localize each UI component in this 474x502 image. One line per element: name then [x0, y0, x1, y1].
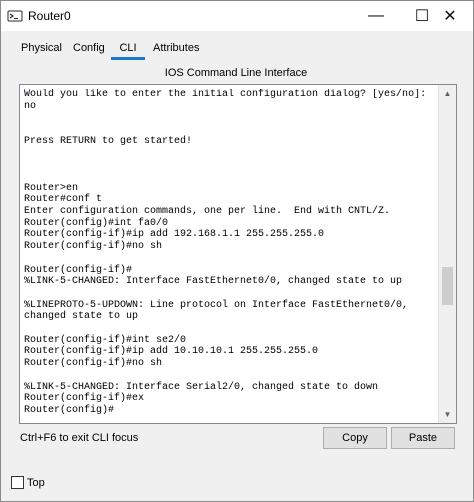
- top-checkbox[interactable]: [11, 476, 24, 489]
- tab-physical[interactable]: Physical: [21, 39, 62, 59]
- console-line: Router(config-if)#no sh: [24, 241, 163, 253]
- console-line: Router(config-if)#int se2/0: [24, 334, 187, 346]
- console-line: Enter configuration commands, one per li…: [24, 206, 391, 218]
- top-label: Top: [27, 477, 45, 489]
- console-line: no: [24, 100, 37, 112]
- router-window: Router0 — ☐ ✕ Physical Config CLI Attrib…: [0, 0, 474, 502]
- window-title: Router0: [28, 9, 71, 23]
- console-line: Router(config-if)#ip add 192.168.1.1 255…: [24, 229, 325, 241]
- console-output[interactable]: Would you like to enter the initial conf…: [24, 89, 432, 419]
- cli-heading: IOS Command Line Interface: [164, 67, 308, 79]
- minimize-icon: —: [368, 7, 384, 24]
- copy-button[interactable]: Copy: [323, 427, 387, 449]
- console-line: Router(config-if)#ex: [24, 393, 145, 405]
- tab-cli[interactable]: CLI: [114, 39, 142, 59]
- console-line: Router(config-if)#: [24, 264, 133, 276]
- paste-button[interactable]: Paste: [391, 427, 455, 449]
- cli-console[interactable]: Would you like to enter the initial conf…: [19, 84, 457, 424]
- console-line: %LINK-5-CHANGED: Interface Serial2/0, ch…: [24, 381, 379, 393]
- console-scrollbar[interactable]: ▲ ▼: [438, 85, 456, 423]
- title-bar[interactable]: Router0 — ☐ ✕: [1, 1, 473, 31]
- close-icon: ✕: [443, 8, 457, 25]
- tab-attributes[interactable]: Attributes: [153, 39, 199, 59]
- tab-config[interactable]: Config: [73, 39, 105, 59]
- scroll-up-icon[interactable]: ▲: [439, 85, 456, 102]
- console-line: Router(config)#int fa0/0: [24, 217, 169, 229]
- router-app-icon: [7, 10, 23, 22]
- minimize-button[interactable]: —: [353, 1, 399, 31]
- console-line: Router(config)#: [24, 404, 115, 416]
- close-button[interactable]: ✕: [427, 1, 473, 31]
- cli-panel: IOS Command Line Interface Would you lik…: [13, 60, 459, 456]
- console-line: changed state to up: [24, 311, 139, 323]
- scroll-thumb[interactable]: [442, 267, 453, 305]
- console-line: %LINK-5-CHANGED: Interface FastEthernet0…: [24, 276, 403, 288]
- console-line: Router(config-if)#ip add 10.10.10.1 255.…: [24, 346, 319, 358]
- console-line: Router#conf t: [24, 194, 103, 206]
- console-line: Router>en: [24, 182, 79, 194]
- scroll-down-icon[interactable]: ▼: [439, 406, 456, 423]
- console-line: %LINEPROTO-5-UPDOWN: Line protocol on In…: [24, 299, 409, 311]
- console-line: Router(config-if)#no sh: [24, 358, 163, 370]
- console-line: Press RETURN to get started!: [24, 135, 193, 147]
- console-line: Would you like to enter the initial conf…: [24, 89, 427, 100]
- exit-cli-hint: Ctrl+F6 to exit CLI focus: [20, 432, 139, 444]
